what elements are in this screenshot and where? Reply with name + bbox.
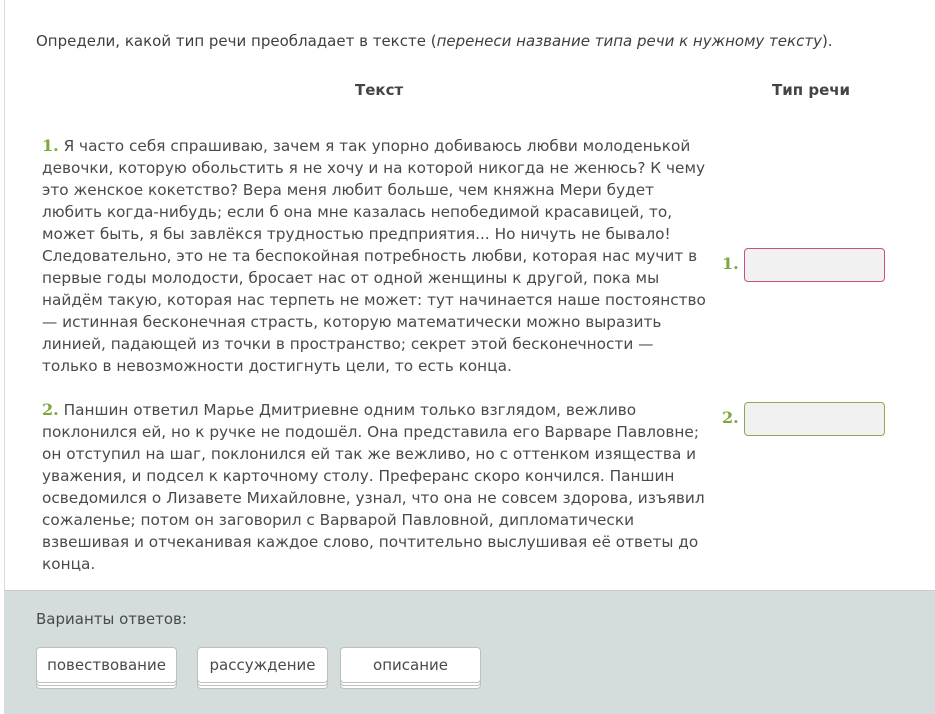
answer-chip-description[interactable]: описание [340,647,481,683]
instruction-text: Определи, какой тип речи преобладает в т… [36,32,437,50]
passage-number: 1. [42,136,59,155]
passage-number: 2. [42,400,59,419]
passage-1: 1. Я часто себя спрашиваю, зачем я так у… [42,135,712,377]
column-header-type: Тип речи [772,81,851,99]
instruction-tail: ). [821,32,833,50]
drop-slot-2[interactable] [744,402,885,436]
answer-chip-narration[interactable]: повествование [36,647,177,683]
answer-options-label: Варианты ответов: [36,610,187,628]
passage-2: 2. Паншин ответил Марье Дмитриевне одним… [42,399,712,575]
drop-slot-1[interactable] [744,248,885,282]
answer-chip-reasoning[interactable]: рассуждение [197,647,328,683]
answer-options-panel: Варианты ответов: повествование рассужде… [4,590,935,714]
drop-slot-number-2: 2. [722,408,739,427]
task-instruction: Определи, какой тип речи преобладает в т… [36,31,916,51]
column-header-text: Текст [355,81,404,99]
drop-slot-number-1: 1. [722,254,739,273]
passage-text: Паншин ответил Марье Дмитриевне одним то… [42,401,705,573]
passage-text: Я часто себя спрашиваю, зачем я так упор… [42,137,706,375]
instruction-italic-text: перенеси название типа речи к нужному те… [436,32,822,50]
